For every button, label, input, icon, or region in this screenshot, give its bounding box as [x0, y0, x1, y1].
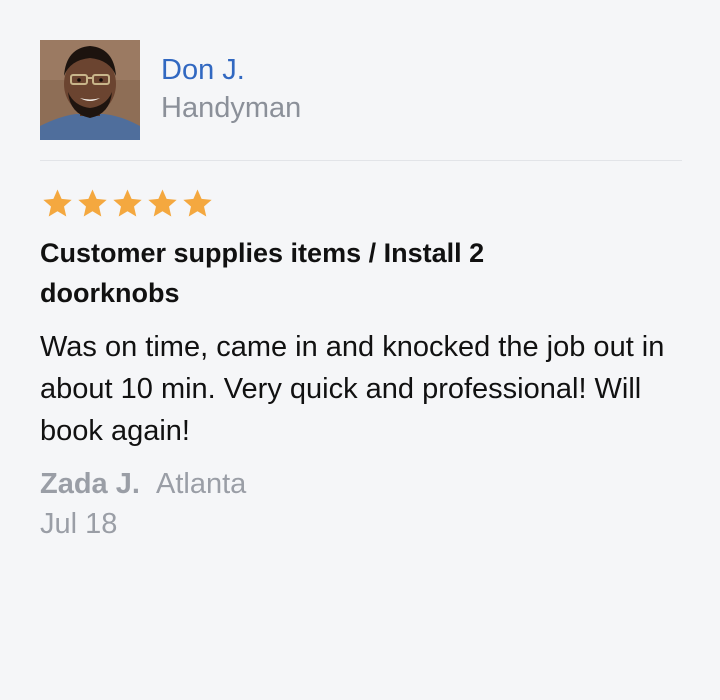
- reviewer-line: Zada J. Atlanta: [40, 464, 682, 504]
- star-icon: [43, 189, 72, 217]
- pro-info: Don J. Handyman: [161, 52, 301, 128]
- star-icon: [183, 189, 212, 217]
- star-icon: [113, 189, 142, 217]
- review-date: Jul 18: [40, 508, 118, 540]
- pro-avatar[interactable]: [40, 40, 140, 140]
- pro-name-link[interactable]: Don J.: [161, 52, 301, 88]
- avatar-photo-icon: [40, 40, 140, 140]
- review-body: Was on time, came in and knocked the job…: [40, 331, 665, 447]
- star-rating: [40, 187, 682, 221]
- star-icon: [148, 189, 177, 217]
- review-card: Don J. Handyman Customer supplies items …: [40, 40, 682, 544]
- reviewer-name: Zada J.: [40, 468, 140, 500]
- star-icon: [78, 189, 107, 217]
- divider: [40, 160, 682, 161]
- pro-header: Don J. Handyman: [40, 40, 682, 140]
- review-title: Customer supplies items / Install 2 door…: [40, 238, 485, 308]
- pro-role: Handyman: [161, 92, 302, 124]
- reviewer-location: Atlanta: [156, 468, 247, 500]
